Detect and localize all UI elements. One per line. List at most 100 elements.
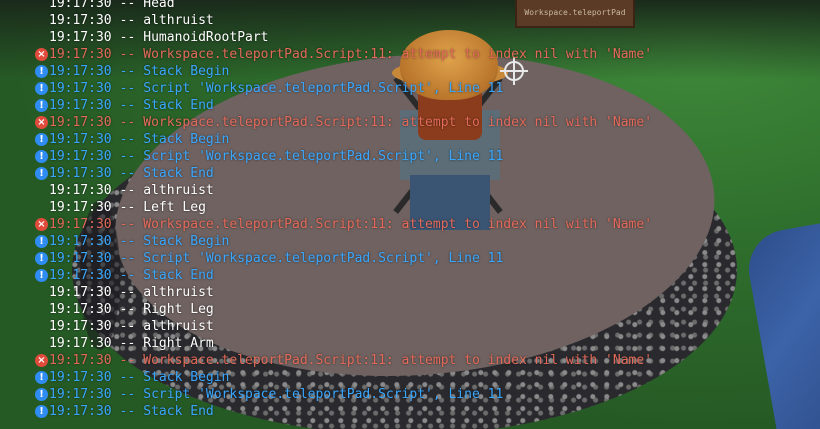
console-timestamp: 19:17:30 xyxy=(49,370,112,385)
console-separator: -- xyxy=(119,370,136,385)
output-console: 19:17:30 -- Head 19:17:30 -- althruist 19:17:3… xyxy=(0,0,820,420)
console-message: Script 'Workspace.teleportPad.Script', L… xyxy=(143,251,504,266)
console-line-info: 19:17:30 -- Right Arm xyxy=(0,335,820,352)
console-separator: -- xyxy=(119,0,136,11)
console-line-info: 19:17:30 -- Left Leg xyxy=(0,199,820,216)
console-timestamp: 19:17:30 xyxy=(49,183,112,198)
console-line-info: 19:17:30 -- Right Leg xyxy=(0,301,820,318)
console-timestamp: 19:17:30 xyxy=(49,217,112,232)
console-line-info: 19:17:30 -- althruist xyxy=(0,12,820,29)
console-timestamp: 19:17:30 xyxy=(49,302,112,317)
console-timestamp: 19:17:30 xyxy=(49,234,112,249)
console-line-trace: ! 19:17:30 -- Script 'Workspace.teleportPad… xyxy=(0,148,820,165)
console-timestamp: 19:17:30 xyxy=(49,64,112,79)
console-message: Stack Begin xyxy=(143,234,230,249)
console-message: Left Leg xyxy=(143,200,206,215)
console-separator: -- xyxy=(119,149,136,164)
console-line-trace: ! 19:17:30 -- Stack Begin xyxy=(0,233,820,250)
console-timestamp: 19:17:30 xyxy=(49,404,112,419)
console-timestamp: 19:17:30 xyxy=(49,132,112,147)
info-exclamation-icon: ! xyxy=(35,269,48,282)
console-line-error: × 19:17:30 -- Workspace.teleportPad.Script:… xyxy=(0,114,820,131)
console-timestamp: 19:17:30 xyxy=(49,251,112,266)
console-separator: -- xyxy=(119,132,136,147)
console-separator: -- xyxy=(119,302,136,317)
console-separator: -- xyxy=(119,13,136,28)
console-line-error: × 19:17:30 -- Workspace.teleportPad.Script:… xyxy=(0,352,820,369)
error-x-icon: × xyxy=(35,48,48,61)
console-timestamp: 19:17:30 xyxy=(49,336,112,351)
console-line-trace: ! 19:17:30 -- Script 'Workspace.teleportPad… xyxy=(0,250,820,267)
console-message: althruist xyxy=(143,183,214,198)
console-message: althruist xyxy=(143,319,214,334)
console-message: Workspace.teleportPad.Script:11: attempt… xyxy=(143,47,653,62)
console-timestamp: 19:17:30 xyxy=(49,319,112,334)
console-timestamp: 19:17:30 xyxy=(49,81,112,96)
console-timestamp: 19:17:30 xyxy=(49,285,112,300)
console-message: Workspace.teleportPad.Script:11: attempt… xyxy=(143,353,653,368)
console-separator: -- xyxy=(119,336,136,351)
console-separator: -- xyxy=(119,47,136,62)
info-exclamation-icon: ! xyxy=(35,133,48,146)
console-separator: -- xyxy=(119,81,136,96)
console-message: Workspace.teleportPad.Script:11: attempt… xyxy=(143,217,653,232)
console-message: Script 'Workspace.teleportPad.Script', L… xyxy=(143,149,504,164)
console-separator: -- xyxy=(119,234,136,249)
console-timestamp: 19:17:30 xyxy=(49,0,112,11)
console-separator: -- xyxy=(119,115,136,130)
console-line-trace: ! 19:17:30 -- Stack Begin xyxy=(0,369,820,386)
console-separator: -- xyxy=(119,64,136,79)
console-message: Head xyxy=(143,0,175,11)
console-message: Stack Begin xyxy=(143,370,230,385)
console-line-error: × 19:17:30 -- Workspace.teleportPad.Script:… xyxy=(0,216,820,233)
console-message: Workspace.teleportPad.Script:11: attempt… xyxy=(143,115,653,130)
info-exclamation-icon: ! xyxy=(35,252,48,265)
console-separator: -- xyxy=(119,268,136,283)
info-exclamation-icon: ! xyxy=(35,167,48,180)
console-separator: -- xyxy=(119,217,136,232)
console-line-trace: ! 19:17:30 -- Script 'Workspace.teleportPad… xyxy=(0,386,820,403)
console-timestamp: 19:17:30 xyxy=(49,149,112,164)
game-viewport[interactable]: Workspace.teleportPad 19:17:30 -- Head 19:1… xyxy=(0,0,820,429)
console-timestamp: 19:17:30 xyxy=(49,47,112,62)
info-exclamation-icon: ! xyxy=(35,99,48,112)
console-timestamp: 19:17:30 xyxy=(49,200,112,215)
console-message: HumanoidRootPart xyxy=(143,30,269,45)
info-exclamation-icon: ! xyxy=(35,405,48,418)
console-timestamp: 19:17:30 xyxy=(49,115,112,130)
console-message: Stack Begin xyxy=(143,132,230,147)
console-separator: -- xyxy=(119,353,136,368)
console-message: Right Arm xyxy=(143,336,214,351)
console-message: Stack Begin xyxy=(143,64,230,79)
console-message: althruist xyxy=(143,13,214,28)
console-message: Script 'Workspace.teleportPad.Script', L… xyxy=(143,81,504,96)
console-message: Right Leg xyxy=(143,302,214,317)
error-x-icon: × xyxy=(35,116,48,129)
console-timestamp: 19:17:30 xyxy=(49,268,112,283)
console-message: Stack End xyxy=(143,404,214,419)
console-timestamp: 19:17:30 xyxy=(49,387,112,402)
console-message: Stack End xyxy=(143,166,214,181)
console-line-trace: ! 19:17:30 -- Stack End xyxy=(0,403,820,420)
console-separator: -- xyxy=(119,200,136,215)
console-line-trace: ! 19:17:30 -- Script 'Workspace.teleportPad… xyxy=(0,80,820,97)
console-timestamp: 19:17:30 xyxy=(49,30,112,45)
info-exclamation-icon: ! xyxy=(35,388,48,401)
info-exclamation-icon: ! xyxy=(35,371,48,384)
console-timestamp: 19:17:30 xyxy=(49,98,112,113)
console-separator: -- xyxy=(119,251,136,266)
console-line-info: 19:17:30 -- althruist xyxy=(0,284,820,301)
console-line-trace: ! 19:17:30 -- Stack Begin xyxy=(0,63,820,80)
console-line-info: 19:17:30 -- althruist xyxy=(0,182,820,199)
console-line-info: 19:17:30 -- Head xyxy=(0,0,820,12)
console-line-error: × 19:17:30 -- Workspace.teleportPad.Script:… xyxy=(0,46,820,63)
console-message: althruist xyxy=(143,285,214,300)
console-message: Stack End xyxy=(143,98,214,113)
console-separator: -- xyxy=(119,183,136,198)
console-separator: -- xyxy=(119,387,136,402)
info-exclamation-icon: ! xyxy=(35,82,48,95)
console-separator: -- xyxy=(119,98,136,113)
console-line-info: 19:17:30 -- althruist xyxy=(0,318,820,335)
console-line-trace: ! 19:17:30 -- Stack End xyxy=(0,97,820,114)
console-line-trace: ! 19:17:30 -- Stack Begin xyxy=(0,131,820,148)
